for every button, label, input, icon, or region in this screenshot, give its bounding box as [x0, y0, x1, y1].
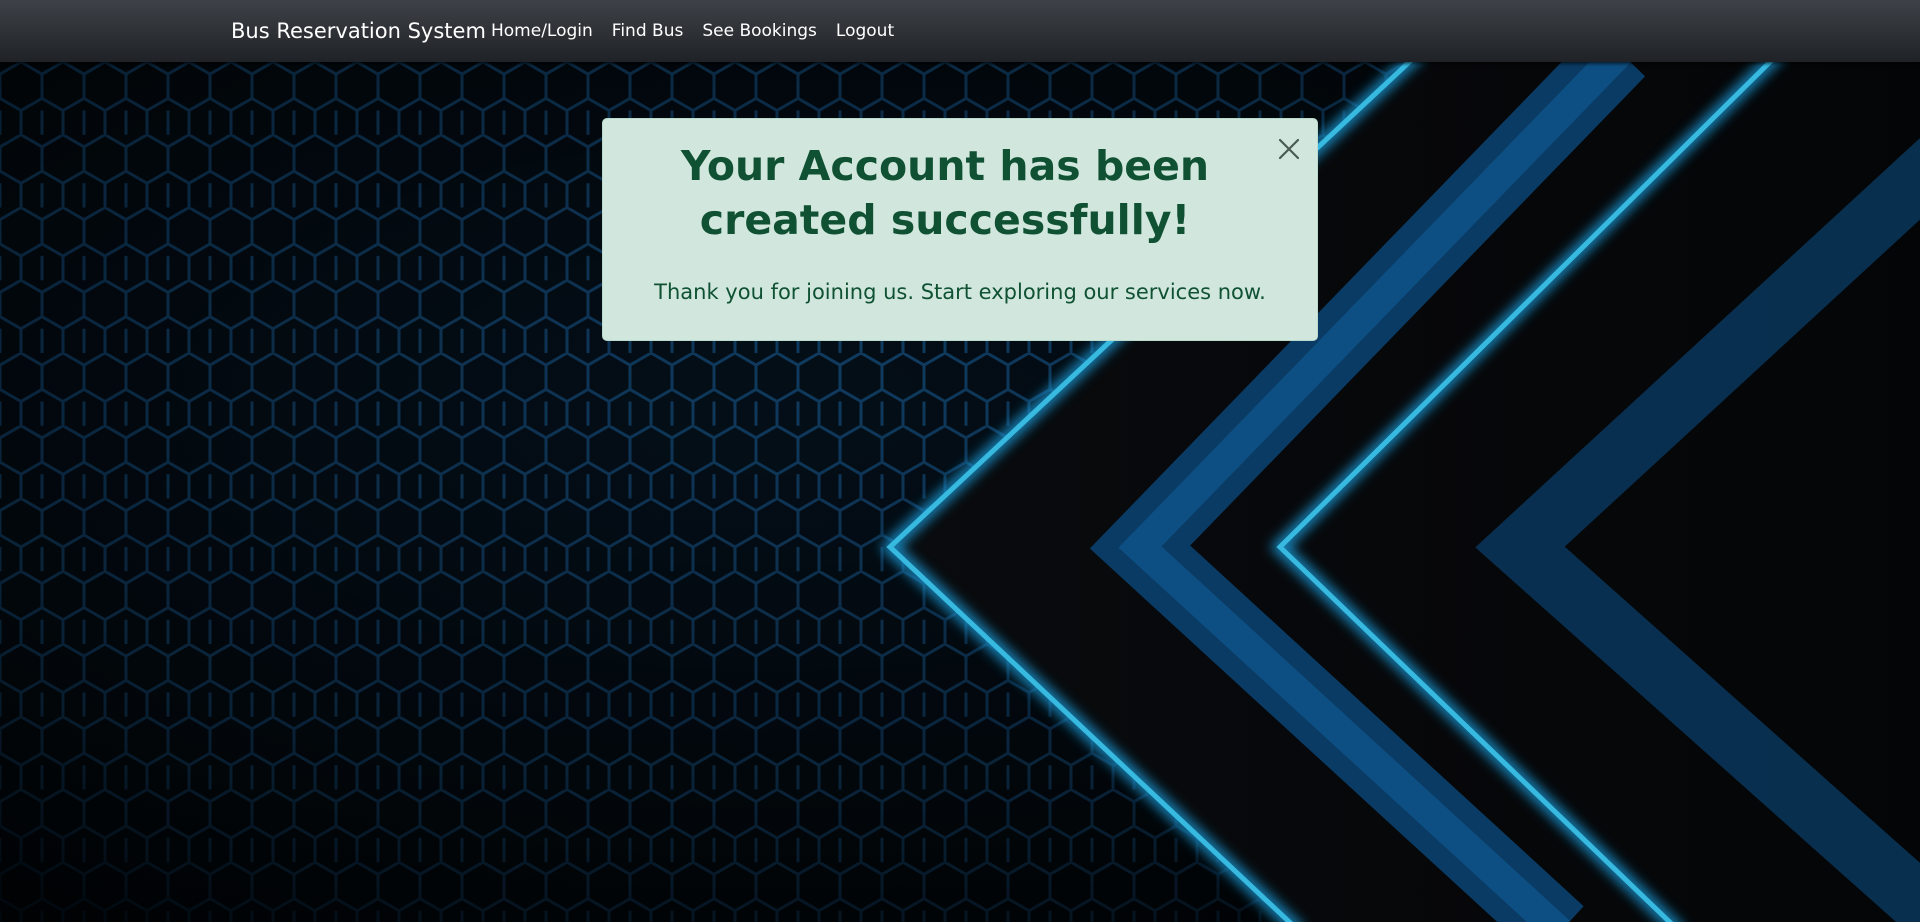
alert-title: Your Account has been created successful…: [680, 142, 1210, 244]
alert-close-button[interactable]: [1275, 135, 1303, 163]
brand-link[interactable]: Bus Reservation System: [231, 17, 486, 45]
nav-home-login[interactable]: Home/Login: [491, 20, 593, 42]
nav-see-bookings[interactable]: See Bookings: [702, 20, 817, 42]
nav-links: Home/Login Find Bus See Bookings Logout: [491, 20, 894, 42]
alert-message: Thank you for joining us. Start explorin…: [654, 280, 1266, 304]
nav-logout[interactable]: Logout: [836, 20, 894, 42]
page: Bus Reservation System Home/Login Find B…: [0, 0, 1920, 922]
navbar: Bus Reservation System Home/Login Find B…: [0, 0, 1920, 62]
success-alert: Your Account has been created successful…: [602, 118, 1318, 341]
close-icon: [1278, 138, 1300, 160]
nav-find-bus[interactable]: Find Bus: [612, 20, 684, 42]
